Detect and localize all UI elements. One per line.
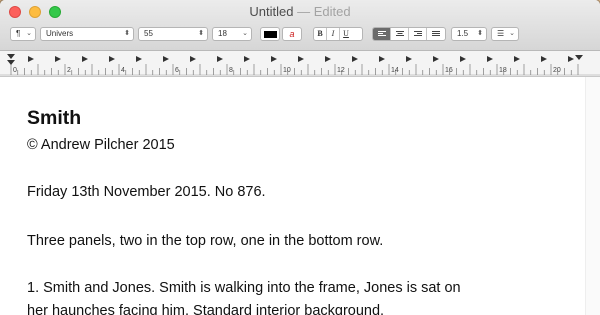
ruler-label: 2 bbox=[67, 67, 71, 74]
paragraph-style-label: ¶ bbox=[16, 29, 21, 38]
align-right-icon bbox=[413, 31, 422, 36]
bold-button[interactable]: B bbox=[314, 28, 327, 40]
line-spacing-value: 1.5 bbox=[457, 29, 469, 38]
ruler-label: 10 bbox=[283, 67, 291, 74]
tab-stop-marker[interactable] bbox=[109, 56, 115, 62]
vertical-scrollbar[interactable] bbox=[585, 77, 600, 315]
edited-status: Edited bbox=[313, 4, 351, 19]
font-family-value: Univers bbox=[46, 29, 74, 38]
ruler-label: 18 bbox=[499, 67, 507, 74]
document-title: Untitled bbox=[249, 4, 294, 19]
panels-description: Three panels, two in the top row, one in… bbox=[27, 233, 384, 249]
body-line: her haunches facing him. Standard interi… bbox=[27, 303, 385, 315]
tab-stop-marker[interactable] bbox=[190, 56, 196, 62]
tab-stop-marker[interactable] bbox=[28, 56, 34, 62]
tab-stop-marker[interactable] bbox=[379, 56, 385, 62]
up-down-arrows-icon: ⬍ bbox=[124, 30, 130, 37]
highlight-color-button[interactable]: a bbox=[282, 27, 302, 41]
tab-stop-marker[interactable] bbox=[433, 56, 439, 62]
justify-icon bbox=[431, 31, 440, 36]
ruler[interactable]: 0 2 4 6 8 10 12 14 16 18 20 bbox=[0, 51, 600, 77]
align-left-icon bbox=[377, 31, 386, 36]
right-margin-marker[interactable] bbox=[575, 55, 583, 60]
date-line: Friday 13th November 2015. No 876. bbox=[27, 184, 266, 200]
chevron-down-icon: ⌄ bbox=[26, 30, 32, 37]
body-line: 1. Smith and Jones. Smith is walking int… bbox=[27, 280, 461, 296]
chevron-down-icon: ⌄ bbox=[509, 30, 515, 37]
ruler-label: 4 bbox=[121, 67, 125, 74]
align-center-button[interactable] bbox=[391, 28, 409, 40]
font-size-value: 18 bbox=[218, 29, 227, 38]
list-icon: ☰ bbox=[497, 29, 505, 38]
tab-stop-marker[interactable] bbox=[271, 56, 277, 62]
tab-stop-marker[interactable] bbox=[568, 56, 574, 62]
tab-stop-marker[interactable] bbox=[163, 56, 169, 62]
tab-stop-marker[interactable] bbox=[514, 56, 520, 62]
document-heading: Smith bbox=[27, 107, 82, 129]
textedit-window: Untitled — Edited ¶ ⌄ Univers ⬍ 55 ⬍ 18 … bbox=[0, 0, 600, 315]
paragraph-style-popup[interactable]: ¶ ⌄ bbox=[10, 27, 36, 41]
copyright-line: © Andrew Pilcher 2015 bbox=[27, 137, 175, 153]
ruler-label: 6 bbox=[175, 67, 179, 74]
tab-stop-marker[interactable] bbox=[136, 56, 142, 62]
align-center-icon bbox=[395, 31, 404, 36]
font-size-combobox[interactable]: 18 ⌄ bbox=[212, 27, 252, 41]
text-color-well[interactable] bbox=[260, 27, 280, 41]
list-bullets-popup[interactable]: ☰ ⌄ bbox=[491, 27, 519, 41]
ruler-label: 0 bbox=[13, 67, 17, 74]
document-area[interactable]: Smith © Andrew Pilcher 2015 Friday 13th … bbox=[0, 77, 600, 315]
window-title: Untitled — Edited bbox=[0, 4, 600, 19]
underline-button[interactable]: U bbox=[340, 28, 352, 40]
title-separator: — bbox=[297, 4, 311, 19]
tab-stop-marker[interactable] bbox=[244, 56, 250, 62]
tab-stop-marker[interactable] bbox=[460, 56, 466, 62]
tab-stop-marker[interactable] bbox=[298, 56, 304, 62]
align-left-button[interactable] bbox=[373, 28, 391, 40]
tab-stop-marker[interactable] bbox=[217, 56, 223, 62]
tab-stop-marker[interactable] bbox=[406, 56, 412, 62]
ruler-label: 12 bbox=[337, 67, 345, 74]
tab-stop-marker[interactable] bbox=[541, 56, 547, 62]
justify-button[interactable] bbox=[427, 28, 444, 40]
alignment-segment bbox=[372, 27, 446, 41]
align-right-button[interactable] bbox=[409, 28, 427, 40]
typeface-value: 55 bbox=[144, 29, 153, 38]
tab-stop-marker[interactable] bbox=[487, 56, 493, 62]
text-style-segment: B I U bbox=[313, 27, 363, 41]
ruler-scale: 0 2 4 6 8 10 12 14 16 18 20 bbox=[0, 54, 600, 76]
up-down-arrows-icon: ⬍ bbox=[477, 30, 483, 37]
tab-stop-marker[interactable] bbox=[352, 56, 358, 62]
ruler-label: 20 bbox=[553, 67, 561, 74]
tab-stop-marker[interactable] bbox=[82, 56, 88, 62]
indent-marker[interactable] bbox=[7, 54, 15, 65]
ruler-label: 16 bbox=[445, 67, 453, 74]
text-color-swatch bbox=[264, 31, 277, 38]
ruler-label: 8 bbox=[229, 67, 233, 74]
font-family-popup[interactable]: Univers ⬍ bbox=[40, 27, 134, 41]
typeface-popup[interactable]: 55 ⬍ bbox=[138, 27, 208, 41]
tab-stop-marker[interactable] bbox=[325, 56, 331, 62]
up-down-arrows-icon: ⬍ bbox=[198, 30, 204, 37]
chevron-down-icon: ⌄ bbox=[242, 30, 248, 37]
tab-stop-marker[interactable] bbox=[55, 56, 61, 62]
title-bar[interactable]: Untitled — Edited ¶ ⌄ Univers ⬍ 55 ⬍ 18 … bbox=[0, 0, 600, 51]
line-spacing-popup[interactable]: 1.5 ⬍ bbox=[451, 27, 487, 41]
italic-button[interactable]: I bbox=[327, 28, 340, 40]
highlight-a-icon: a bbox=[289, 29, 295, 39]
ruler-label: 14 bbox=[391, 67, 399, 74]
